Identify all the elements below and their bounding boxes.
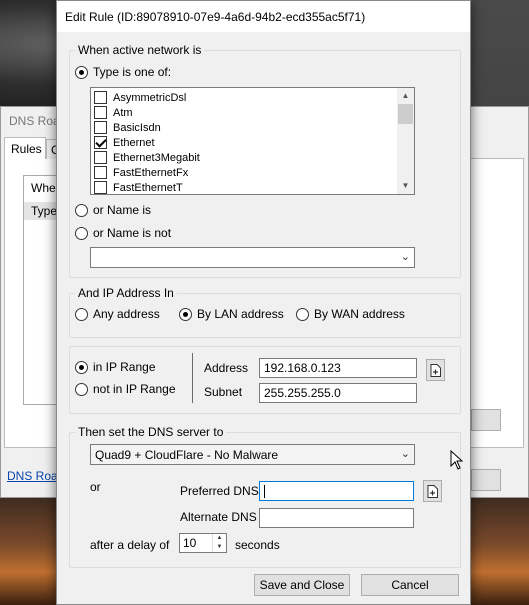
in-ip-range-radio[interactable]: in IP Range (75, 360, 156, 374)
checkbox[interactable] (94, 151, 107, 164)
checkbox[interactable] (94, 91, 107, 104)
subnet-field[interactable]: 255.255.255.0 (259, 383, 417, 403)
list-item-label: FastEthernetFx (113, 166, 189, 179)
range-separator (192, 353, 193, 403)
or-name-is-radio[interactable]: or Name is (75, 203, 151, 217)
radio-label: By WAN address (314, 307, 405, 321)
checkbox[interactable] (94, 121, 107, 134)
ip-range-group (69, 346, 461, 414)
preferred-dns-field[interactable] (259, 481, 414, 501)
scroll-thumb[interactable] (398, 104, 413, 124)
import-file-icon (430, 363, 441, 377)
alternate-dns-label: Alternate DNS (180, 510, 257, 524)
list-item[interactable]: Atm (94, 105, 133, 120)
cancel-button[interactable]: Cancel (361, 574, 459, 596)
radio-dot (75, 226, 88, 240)
dns-server-group-label: Then set the DNS server to (75, 425, 227, 439)
list-item-label: FastEthernetT (113, 181, 183, 194)
radio-label: or Name is (93, 203, 152, 217)
tab-rules[interactable]: Rules (4, 137, 46, 159)
import-file-icon (427, 484, 438, 498)
stepper-up-icon[interactable]: ▲ (213, 534, 226, 543)
import-address-button[interactable] (426, 359, 445, 381)
ip-address-group-label: And IP Address In (75, 286, 177, 300)
network-group-label: When active network is (75, 43, 205, 57)
radio-dot (75, 203, 88, 217)
combo-value: Quad9 + CloudFlare - No Malware (95, 448, 279, 462)
list-item[interactable]: Ethernet (94, 135, 155, 150)
list-item-label: Ethernet (113, 136, 155, 149)
dialog-title: Edit Rule (ID:89078910-07e9-4a6d-94b2-ec… (57, 1, 470, 32)
delay-label: after a delay of (90, 538, 170, 552)
list-item[interactable]: Ethernet3Megabit (94, 150, 200, 165)
list-item[interactable]: AsymmetricDsl (94, 90, 186, 105)
radio-label: Type is one of: (93, 65, 172, 79)
background-button[interactable] (471, 409, 501, 431)
checkbox[interactable] (94, 136, 107, 149)
list-scrollbar[interactable]: ▲ ▼ (397, 88, 414, 194)
text-caret (264, 485, 265, 499)
not-in-ip-range-radio[interactable]: not in IP Range (75, 382, 176, 396)
by-lan-address-radio[interactable]: By LAN address (179, 307, 284, 321)
any-address-radio[interactable]: Any address (75, 307, 160, 321)
list-item-label: AsymmetricDsl (113, 91, 187, 104)
by-wan-address-radio[interactable]: By WAN address (296, 307, 405, 321)
checkbox[interactable] (94, 181, 107, 194)
edit-rule-dialog: Edit Rule (ID:89078910-07e9-4a6d-94b2-ec… (56, 0, 471, 605)
dns-server-select[interactable]: Quad9 + CloudFlare - No Malware ⌄ (90, 444, 415, 465)
save-and-close-button[interactable]: Save and Close (254, 574, 350, 596)
list-item[interactable]: FastEthernetT (94, 180, 183, 194)
stepper-buttons[interactable]: ▲ ▼ (212, 534, 226, 552)
list-item[interactable]: BasicIsdn (94, 120, 161, 135)
or-name-is-not-radio[interactable]: or Name is not (75, 226, 171, 240)
stepper-down-icon[interactable]: ▼ (213, 543, 226, 552)
alternate-dns-field[interactable] (259, 508, 414, 528)
checkbox[interactable] (94, 106, 107, 119)
background-link[interactable]: DNS Roa (7, 469, 58, 483)
type-is-one-of-radio[interactable]: Type is one of: (75, 65, 171, 79)
network-name-combo[interactable]: ⌄ (90, 247, 415, 268)
chevron-down-icon[interactable]: ⌄ (401, 447, 410, 460)
delay-value: 10 (183, 536, 197, 550)
delay-unit-label: seconds (235, 538, 280, 552)
list-item[interactable]: FastEthernetFx (94, 165, 188, 180)
list-item-label: Atm (113, 106, 133, 119)
radio-dot (75, 307, 88, 321)
background-window-title: DNS Roa (9, 114, 60, 128)
or-label: or (90, 480, 101, 494)
scroll-down-icon[interactable]: ▼ (397, 178, 414, 194)
network-type-list[interactable]: AsymmetricDsl Atm BasicIsdn Ethernet Eth… (90, 87, 415, 195)
radio-dot (75, 360, 88, 374)
import-dns-button[interactable] (423, 480, 442, 502)
radio-dot (296, 307, 309, 321)
radio-dot (179, 307, 192, 321)
scroll-up-icon[interactable]: ▲ (397, 88, 414, 104)
mouse-cursor-icon (450, 450, 464, 470)
subnet-label: Subnet (204, 385, 243, 399)
delay-stepper[interactable]: 10 ▲ ▼ (179, 533, 227, 553)
radio-label: not in IP Range (93, 382, 176, 396)
checkbox[interactable] (94, 166, 107, 179)
column-when: Whe (31, 181, 56, 195)
radio-label: By LAN address (197, 307, 284, 321)
chevron-down-icon[interactable]: ⌄ (401, 250, 410, 263)
list-item-label: BasicIsdn (113, 121, 161, 134)
radio-label: Any address (93, 307, 160, 321)
address-label: Address (204, 361, 249, 375)
address-field[interactable]: 192.168.0.123 (259, 358, 417, 378)
background-button[interactable] (471, 469, 501, 491)
radio-label: in IP Range (93, 360, 156, 374)
radio-label: or Name is not (93, 226, 172, 240)
radio-dot (75, 382, 88, 396)
list-item-label: Ethernet3Megabit (113, 151, 200, 164)
preferred-dns-label: Preferred DNS (180, 484, 259, 498)
radio-dot (75, 65, 88, 79)
